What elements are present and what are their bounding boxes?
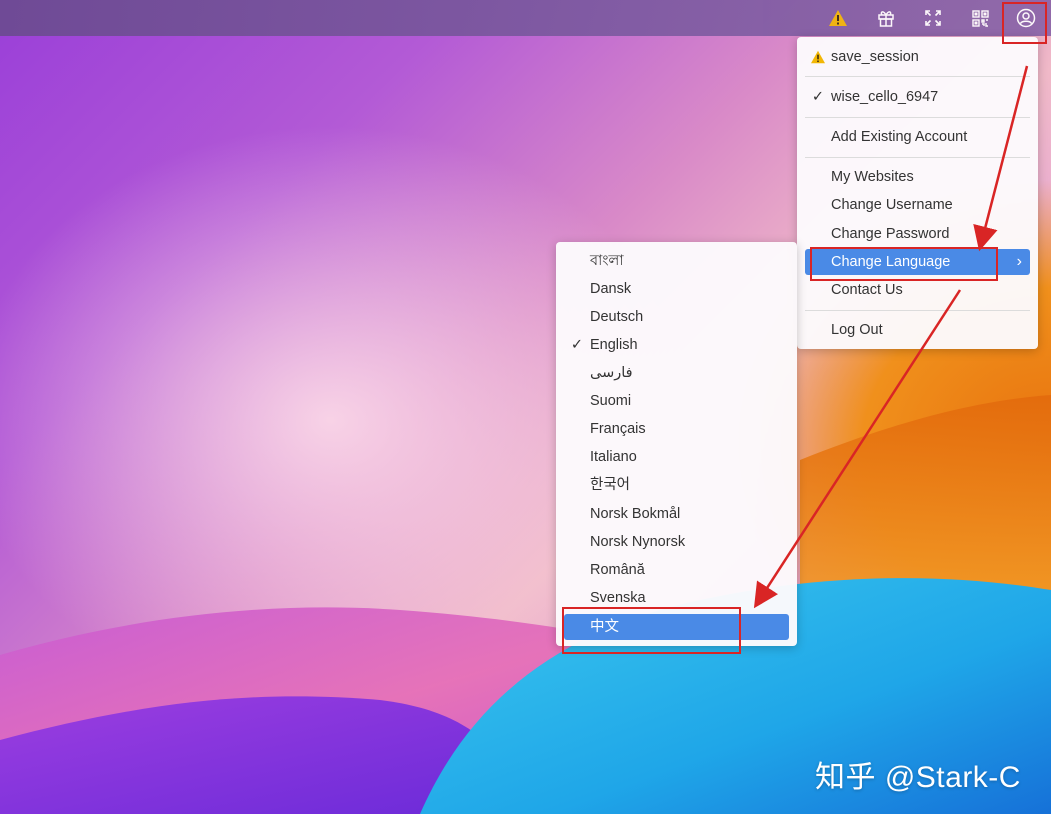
language-item-italiano[interactable]: Italiano — [564, 444, 789, 470]
language-label: فارسی — [590, 365, 633, 381]
chevron-right-icon: › — [1016, 253, 1022, 270]
language-item-romana[interactable]: Română — [564, 557, 789, 583]
current-account-label: wise_cello_6947 — [831, 89, 939, 105]
watermark: 知乎 @Stark-C — [815, 761, 1021, 794]
language-item-norsk-bokmal[interactable]: Norsk Bokmål — [564, 501, 789, 527]
language-item-english[interactable]: ✓ English — [564, 332, 789, 358]
change-username-label: Change Username — [831, 197, 953, 213]
language-item-dansk[interactable]: Dansk — [564, 276, 789, 302]
add-existing-account-item[interactable]: Add Existing Account — [805, 124, 1030, 150]
save-session-item[interactable]: save_session — [805, 44, 1030, 70]
language-label: Norsk Nynorsk — [590, 534, 686, 550]
divider — [805, 157, 1030, 158]
check-icon: ✓ — [811, 89, 825, 105]
annotation-box-chinese — [562, 607, 741, 654]
change-password-label: Change Password — [831, 226, 950, 242]
annotation-box-change-language — [810, 247, 998, 281]
check-icon: ✓ — [570, 337, 584, 353]
divider — [805, 310, 1030, 311]
language-item-korean[interactable]: 한국어 — [564, 472, 789, 498]
log-out-item[interactable]: Log Out — [805, 317, 1030, 343]
top-bar — [0, 0, 1051, 36]
language-label: Dansk — [590, 281, 632, 297]
language-item-norsk-nynorsk[interactable]: Norsk Nynorsk — [564, 529, 789, 555]
my-websites-item[interactable]: My Websites — [805, 164, 1030, 190]
log-out-label: Log Out — [831, 322, 883, 338]
language-item-farsi[interactable]: فارسی — [564, 360, 789, 386]
language-item-deutsch[interactable]: Deutsch — [564, 304, 789, 330]
language-label: Italiano — [590, 449, 637, 465]
divider — [805, 76, 1030, 77]
change-password-item[interactable]: Change Password — [805, 221, 1030, 247]
change-username-item[interactable]: Change Username — [805, 192, 1030, 218]
language-item-francais[interactable]: Français — [564, 416, 789, 442]
gift-icon[interactable] — [874, 6, 898, 30]
save-session-label: save_session — [831, 49, 919, 65]
account-menu: save_session ✓ wise_cello_6947 Add Exist… — [797, 37, 1038, 349]
language-menu: বাংলা Dansk Deutsch ✓ English فارسی Suom… — [556, 242, 797, 646]
contact-us-label: Contact Us — [831, 282, 903, 298]
language-item-suomi[interactable]: Suomi — [564, 388, 789, 414]
language-label: Norsk Bokmål — [590, 506, 681, 522]
language-label: 한국어 — [590, 477, 631, 493]
my-websites-label: My Websites — [831, 169, 914, 185]
language-label: Suomi — [590, 393, 632, 409]
language-label: Română — [590, 562, 645, 578]
annotation-box-account — [1002, 2, 1047, 44]
qr-code-icon[interactable] — [968, 6, 992, 30]
warning-icon — [809, 44, 827, 73]
current-account-item[interactable]: ✓ wise_cello_6947 — [805, 84, 1030, 110]
add-existing-account-label: Add Existing Account — [831, 129, 968, 145]
language-item-bangla[interactable]: বাংলা — [564, 248, 789, 274]
divider — [805, 117, 1030, 118]
language-label: Svenska — [590, 590, 646, 606]
fullscreen-icon[interactable] — [921, 6, 945, 30]
language-label: Français — [590, 421, 646, 437]
warning-icon[interactable] — [826, 6, 850, 30]
language-label: English — [590, 337, 638, 353]
language-label: বাংলা — [590, 253, 624, 269]
language-label: Deutsch — [590, 309, 644, 325]
